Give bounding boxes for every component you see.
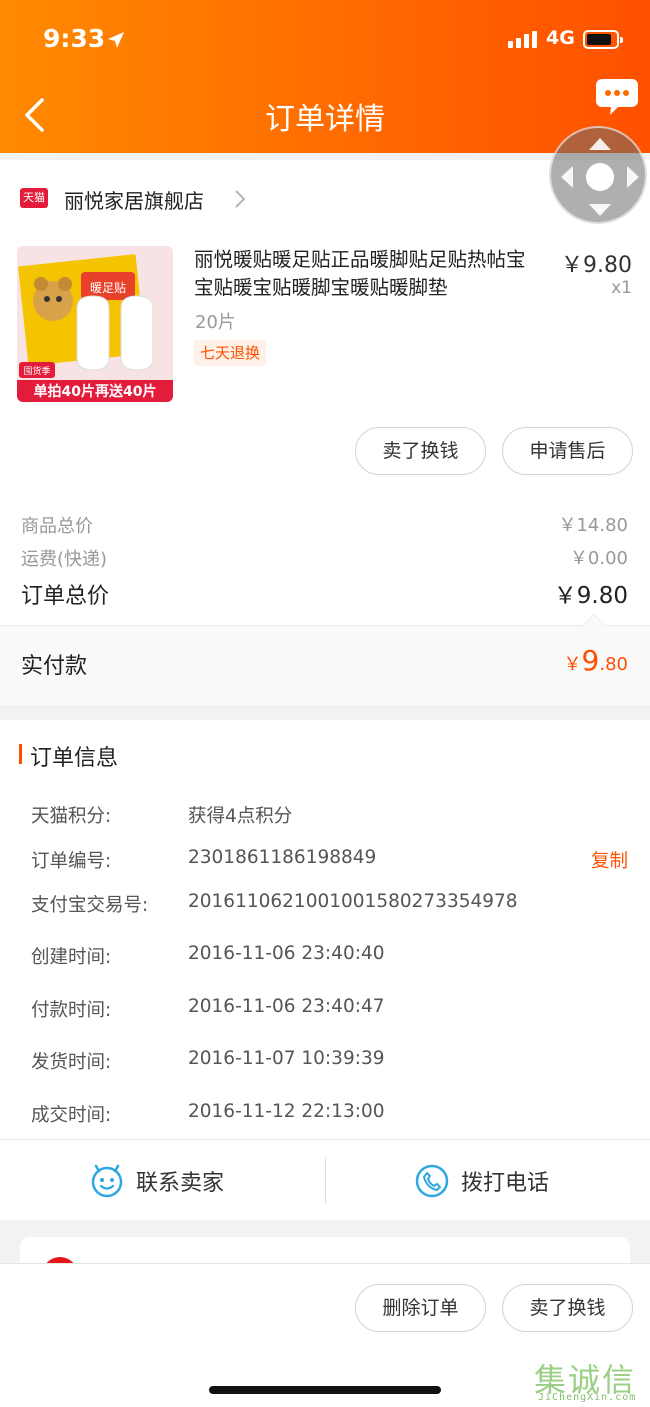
order-total-label: 订单总价: [21, 584, 110, 609]
status-time: 9:33: [43, 24, 106, 53]
created-time-label: 创建时间:: [31, 947, 112, 968]
sell-for-cash-button[interactable]: 卖了换钱: [355, 427, 486, 475]
order-total-value: ￥9.80: [553, 583, 628, 609]
assistive-touch-button[interactable]: [549, 126, 647, 224]
product-image: 暖足贴 囤货季 单拍40片再送40片: [17, 246, 173, 402]
created-time-value: 2016-11-06 23:40:40: [188, 943, 385, 964]
call-phone-label: 拨打电话: [461, 1171, 550, 1196]
svg-text:囤货季: 囤货季: [23, 365, 50, 377]
call-phone-button[interactable]: 拨打电话: [415, 1158, 549, 1204]
order-number-value: 2301861186198849: [188, 847, 377, 868]
paid-time-label: 付款时间:: [31, 1000, 112, 1021]
watermark-logo: 集诚信 JiChengXin.com: [534, 1355, 650, 1405]
shipped-time-label: 发货时间:: [31, 1052, 112, 1073]
network-type: 4G: [546, 27, 575, 49]
dpad-icon: [561, 138, 639, 216]
divider: [0, 1139, 650, 1140]
signal-icon: [508, 31, 537, 48]
shop-card: 天猫 丽悦家居旗舰店 暖足贴 囤货季 单拍40片再送40片 丽悦暖贴暖足贴正品暖…: [0, 160, 650, 705]
completed-time-label: 成交时间:: [31, 1105, 112, 1126]
chat-face-icon: [91, 1164, 123, 1198]
shipped-time-value: 2016-11-07 10:39:39: [188, 1048, 385, 1069]
alipay-trade-value: 2016110621001001580273354978: [188, 891, 518, 912]
product-spec: 20片: [195, 312, 236, 333]
shop-name[interactable]: 丽悦家居旗舰店: [64, 185, 204, 214]
shipping-label: 运费(快递): [21, 549, 108, 570]
product-thumbnail[interactable]: 暖足贴 囤货季 单拍40片再送40片: [17, 246, 173, 402]
copy-button[interactable]: 复制: [591, 847, 628, 873]
paid-value: ￥9.80: [563, 644, 628, 677]
delete-order-button[interactable]: 删除订单: [355, 1284, 486, 1332]
bottom-sell-for-cash-button[interactable]: 卖了换钱: [502, 1284, 633, 1332]
location-arrow-icon: [108, 32, 124, 48]
product-quantity: x1: [611, 278, 632, 298]
phone-icon: [415, 1164, 449, 1198]
section-accent-bar: [19, 744, 22, 764]
return-policy-tag: 七天退换: [194, 340, 267, 366]
order-info-title: 订单信息: [30, 746, 119, 771]
points-value: 获得4点积分: [188, 806, 293, 827]
shipping-value: ￥0.00: [569, 548, 628, 569]
action-divider: [325, 1158, 326, 1204]
home-indicator[interactable]: [209, 1386, 441, 1394]
paid-time-value: 2016-11-06 23:40:47: [188, 996, 385, 1017]
watermark-url: JiChengXin.com: [538, 1392, 637, 1403]
contact-seller-button[interactable]: 联系卖家: [90, 1158, 224, 1204]
order-number-label: 订单编号:: [31, 851, 112, 872]
svg-text:暖足贴: 暖足贴: [90, 281, 126, 295]
battery-icon: [583, 30, 623, 49]
goods-total-label: 商品总价: [21, 516, 93, 537]
points-label: 天猫积分:: [31, 806, 112, 827]
paid-label: 实付款: [21, 654, 88, 679]
tmall-badge: 天猫: [20, 188, 48, 208]
alipay-trade-label: 支付宝交易号:: [31, 895, 149, 916]
apply-after-sale-button[interactable]: 申请售后: [502, 427, 633, 475]
paid-amount-band: 实付款 ￥9.80: [0, 613, 650, 705]
goods-total-value: ￥14.80: [558, 515, 628, 536]
message-more-icon[interactable]: [596, 77, 638, 117]
completed-time-value: 2016-11-12 22:13:00: [188, 1101, 385, 1122]
contact-seller-label: 联系卖家: [136, 1171, 225, 1196]
product-price: ￥9.80: [561, 253, 632, 278]
chevron-right-icon[interactable]: [233, 188, 247, 210]
order-info-card: 订单信息 天猫积分: 获得4点积分 订单编号: 2301861186198849…: [0, 720, 650, 1220]
svg-text:单拍40片再送40片: 单拍40片再送40片: [34, 383, 157, 400]
product-title[interactable]: 丽悦暖贴暖足贴正品暖脚贴足贴热帖宝宝贴暖宝贴暖脚宝暖贴暖脚垫: [194, 246, 544, 302]
